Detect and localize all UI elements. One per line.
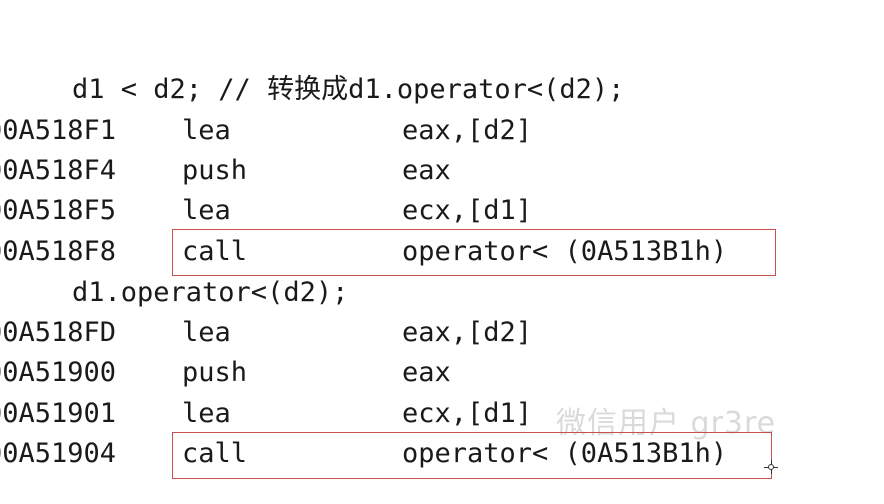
asm-mnemonic: push bbox=[182, 357, 248, 388]
asm-address: 00A518FD bbox=[0, 317, 117, 348]
asm-address: 00A51900 bbox=[0, 357, 117, 388]
asm-row: 00A518FD lea eax,[d2] bbox=[0, 313, 884, 353]
asm-mnemonic: lea bbox=[182, 398, 231, 429]
crosshair-cursor-icon bbox=[764, 460, 778, 474]
asm-operands: eax,[d2] bbox=[402, 317, 533, 348]
asm-mnemonic: lea bbox=[182, 115, 231, 146]
asm-address: 00A51904 bbox=[0, 438, 117, 469]
asm-address: 00A518F1 bbox=[0, 115, 117, 146]
asm-address: 00A51901 bbox=[0, 398, 117, 429]
asm-mnemonic: lea bbox=[182, 317, 231, 348]
source-line-text: d1.operator<(d2); bbox=[72, 277, 349, 308]
asm-row: 00A518F5 lea ecx,[d1] bbox=[0, 191, 884, 231]
source-line-text: d1 < d2; // 转换成d1.operator<(d2); bbox=[72, 74, 625, 105]
source-line: d1 < d2; // 转换成d1.operator<(d2); bbox=[72, 70, 624, 110]
disassembly-view: d1 < d2; // 转换成d1.operator<(d2); 00A518F… bbox=[0, 0, 884, 504]
asm-address: 00A518F5 bbox=[0, 195, 117, 226]
call-highlight-box bbox=[172, 432, 772, 479]
asm-mnemonic: push bbox=[182, 155, 248, 186]
asm-operands: eax bbox=[402, 357, 451, 388]
asm-row: 00A51900 push eax bbox=[0, 353, 884, 393]
asm-mnemonic: lea bbox=[182, 195, 231, 226]
call-highlight-box bbox=[172, 229, 776, 276]
asm-operands: ecx,[d1] bbox=[402, 398, 533, 429]
asm-address: 00A518F4 bbox=[0, 155, 117, 186]
asm-operands: eax bbox=[402, 155, 451, 186]
asm-operands: eax,[d2] bbox=[402, 115, 533, 146]
source-line: d1.operator<(d2); bbox=[72, 273, 348, 313]
asm-operands: ecx,[d1] bbox=[402, 195, 533, 226]
asm-row: 00A518F1 lea eax,[d2] bbox=[0, 111, 884, 151]
asm-address: 00A518F8 bbox=[0, 236, 117, 267]
asm-row: 00A518F4 push eax bbox=[0, 151, 884, 191]
